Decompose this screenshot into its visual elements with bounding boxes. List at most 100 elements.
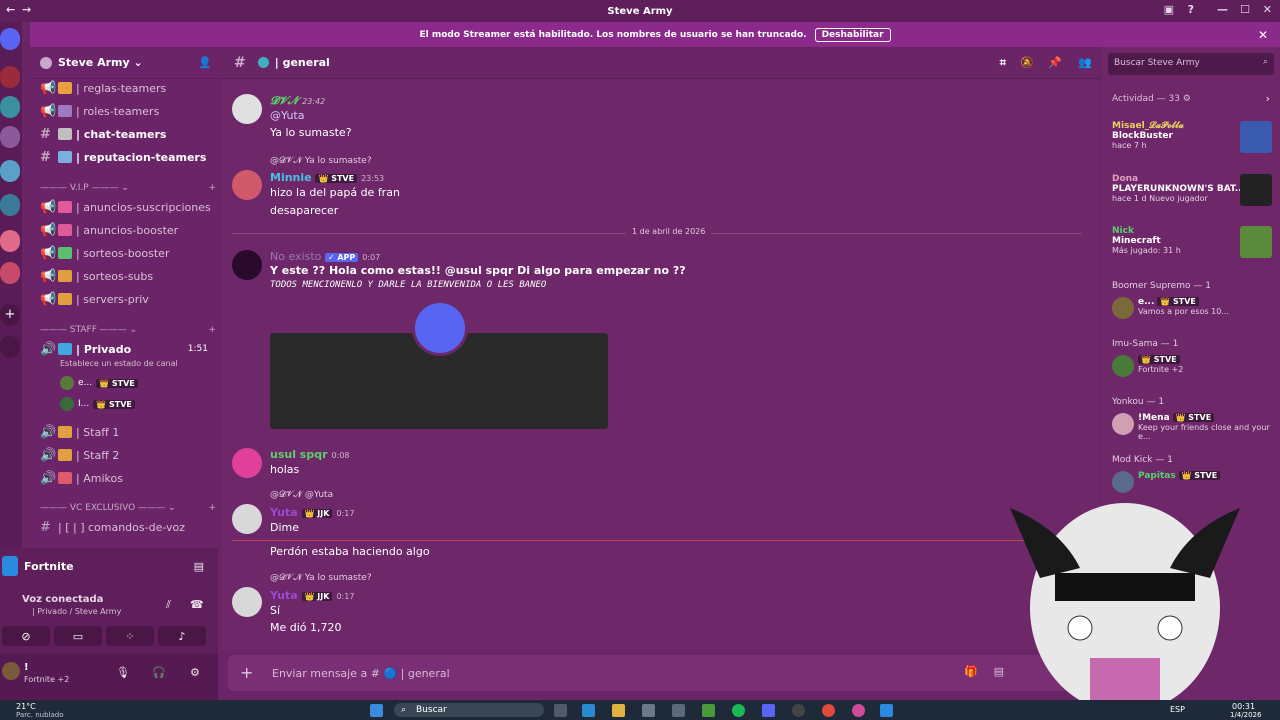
category-vc-exclusivo[interactable]: ——— VC EXCLUSIVO ——— ⌄ +	[40, 503, 216, 513]
message-author[interactable]: No existo ✓ APP 0:07	[270, 250, 380, 263]
discord-taskbar-icon[interactable]	[762, 704, 775, 717]
channel-anuncios-booster[interactable]: 📢 | anuncios-booster	[40, 220, 216, 240]
message-author[interactable]: usul spqr 0:08	[270, 448, 350, 461]
avatar[interactable]	[232, 170, 262, 200]
category-staff[interactable]: ——— STAFF ——— ⌄ +	[40, 325, 216, 335]
channel-reputacion-teamers[interactable]: # | reputacion-teamers	[40, 147, 216, 167]
attach-plus-icon[interactable]: +	[240, 663, 253, 682]
category-vip[interactable]: ——— V.I.P ——— ⌄ +	[40, 183, 216, 193]
reply-preview[interactable]: @𝓓𝓥𝓝 Ya lo sumaste?	[270, 156, 372, 166]
maximize-icon[interactable]: ☐	[1240, 3, 1250, 16]
fortnite-taskbar-icon[interactable]	[880, 704, 893, 717]
avatar[interactable]	[232, 587, 262, 617]
member-item[interactable]: Papitas 👑 STVE	[1112, 471, 1272, 493]
clock-time[interactable]: 00:31	[1232, 702, 1255, 711]
notifications-off-icon[interactable]: 🔕	[1020, 56, 1034, 69]
search-input[interactable]: Buscar Steve Army ⌕	[1108, 53, 1274, 75]
github-icon[interactable]	[792, 704, 805, 717]
reply-preview[interactable]: @𝓓𝓥𝓝 @Yuta	[270, 490, 333, 500]
voice-connected-status[interactable]: Voz conectada	[22, 594, 103, 605]
threads-icon[interactable]: ⌗	[1000, 56, 1006, 70]
minimize-icon[interactable]: —	[1217, 3, 1228, 16]
avatar[interactable]	[232, 94, 262, 124]
message-author[interactable]: Yuta 👑 JJK 0:17	[270, 589, 354, 602]
member-item[interactable]: !Mena 👑 STVE Keep your friends close and…	[1112, 413, 1272, 441]
disable-streamer-button[interactable]: Deshabilitar	[814, 27, 891, 42]
help-icon[interactable]: ?	[1188, 3, 1194, 16]
noise-suppression-icon[interactable]: ⫽	[166, 598, 171, 612]
voice-user[interactable]: e... 👑 STVE	[60, 374, 138, 392]
add-channel-icon[interactable]: +	[208, 325, 216, 335]
forward-icon[interactable]: →	[22, 3, 31, 16]
voice-channel-privado[interactable]: 🔊 | Privado 1:51	[40, 339, 216, 359]
file-explorer-icon[interactable]	[612, 704, 625, 717]
activity-options-icon[interactable]: ▤	[194, 560, 204, 573]
app-icon[interactable]	[642, 704, 655, 717]
task-view-icon[interactable]	[554, 704, 567, 717]
weather-desc[interactable]: Parc. nublado	[16, 711, 64, 719]
language-indicator[interactable]: ESP	[1170, 705, 1185, 714]
headphones-icon[interactable]: 🎧	[152, 666, 166, 679]
server-icon[interactable]	[0, 96, 20, 118]
clock-date[interactable]: 1/4/2026	[1230, 711, 1261, 719]
taskbar-search[interactable]: ⌕ Buscar	[394, 703, 544, 717]
channel-sorteos-subs[interactable]: 📢 | sorteos-subs	[40, 266, 216, 286]
windows-start-icon[interactable]	[370, 704, 383, 717]
channel-status[interactable]: Establece un estado de canal	[60, 359, 178, 368]
voice-user[interactable]: I... 👑 STVE	[60, 395, 135, 413]
server-icon[interactable]	[0, 66, 20, 88]
microphone-icon[interactable]: 🎙	[116, 666, 130, 679]
activities-button[interactable]: ⁘	[106, 626, 154, 646]
share-screen-button[interactable]: ▭	[54, 626, 102, 646]
message-input[interactable]: + Enviar mensaje a # 🔵 | general 🎁 ▤	[228, 655, 1098, 691]
avatar[interactable]	[232, 504, 262, 534]
channel-sorteos-booster[interactable]: 📢 | sorteos-booster	[40, 243, 216, 263]
activity-item[interactable]: Dona PLAYERUNKNOWN'S BAT... hace 1 d Nue…	[1112, 174, 1272, 210]
voice-location[interactable]: | Privado / Steve Army	[32, 607, 121, 616]
avatar[interactable]	[2, 662, 20, 680]
pin-icon[interactable]: 📌	[1048, 56, 1062, 69]
voice-channel-staff-2[interactable]: 🔊 | Staff 2	[40, 445, 216, 465]
server-icon[interactable]	[0, 262, 20, 284]
channel-chat-teamers[interactable]: # | chat-teamers	[40, 124, 216, 144]
settings-gear-icon[interactable]: ⚙	[190, 666, 200, 679]
avatar[interactable]	[232, 250, 262, 280]
voice-channel-amikos[interactable]: 🔊 | Amikos	[40, 468, 216, 488]
server-icon[interactable]	[0, 230, 20, 252]
member-item[interactable]: 👑 STVE Fortnite +2	[1112, 355, 1272, 377]
message-author[interactable]: Yuta 👑 JJK 0:17	[270, 506, 354, 519]
voice-channel-staff-1[interactable]: 🔊 | Staff 1	[40, 422, 216, 442]
channel-comandos-de-voz[interactable]: # | [ | ] comandos-de-voz	[40, 517, 216, 537]
minecraft-icon[interactable]	[702, 704, 715, 717]
soundboard-button[interactable]: ♪	[158, 626, 206, 646]
close-window-icon[interactable]: ✕	[1263, 3, 1272, 16]
add-server-icon[interactable]: +	[0, 304, 20, 326]
server-header[interactable]: Steve Army ⌄ 👤	[30, 47, 220, 79]
add-channel-icon[interactable]: +	[208, 183, 216, 193]
inbox-icon[interactable]: ▣	[1164, 3, 1174, 16]
channel-reglas-teamers[interactable]: 📢 | reglas-teamers	[40, 78, 216, 98]
chrome-icon[interactable]	[822, 704, 835, 717]
disconnect-icon[interactable]: ☎	[190, 598, 204, 611]
member-list-icon[interactable]: 👥	[1078, 56, 1092, 69]
activity-item[interactable]: Nick Minecraft Más jugado: 31 h	[1112, 226, 1272, 262]
back-icon[interactable]: ←	[6, 3, 15, 16]
message-author[interactable]: 𝓓𝓥𝓝 23:42	[270, 94, 325, 108]
store-icon[interactable]	[672, 704, 685, 717]
invite-icon[interactable]: 👤	[198, 56, 212, 69]
add-channel-icon[interactable]: +	[208, 503, 216, 513]
spotify-icon[interactable]	[732, 704, 745, 717]
activity-card[interactable]: Fortnite ▤	[0, 554, 218, 578]
weather-temp[interactable]: 21°C	[16, 702, 36, 711]
close-banner-icon[interactable]: ✕	[1258, 28, 1268, 42]
camera-off-button[interactable]: ⊘	[2, 626, 50, 646]
gift-icon[interactable]: 🎁	[964, 665, 978, 678]
explore-icon[interactable]	[0, 336, 20, 358]
message-author[interactable]: Minnie 👑 STVE 23:53	[270, 171, 384, 184]
member-item[interactable]: e... 👑 STVE Vamos a por esos 10...	[1112, 297, 1272, 319]
avatar[interactable]	[232, 448, 262, 478]
edge-icon[interactable]	[582, 704, 595, 717]
discord-home-icon[interactable]	[0, 28, 20, 50]
chevron-right-icon[interactable]: ›	[1266, 92, 1270, 105]
server-icon[interactable]	[0, 194, 20, 216]
